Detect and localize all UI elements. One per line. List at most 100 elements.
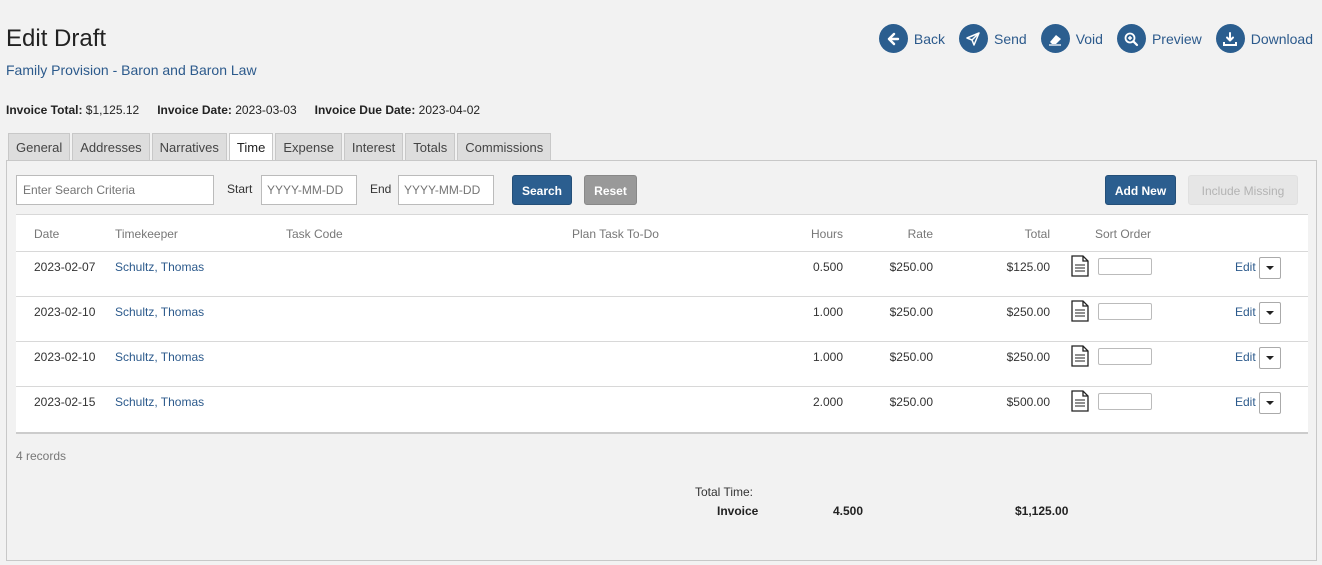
row-rate: $250.00 [889, 260, 933, 274]
invoice-total-amount: $1,125.00 [1015, 504, 1069, 518]
row-date: 2023-02-10 [34, 350, 96, 364]
document-icon[interactable] [1071, 345, 1089, 372]
table-row: 2023-02-07 Schultz, Thomas 0.500 $250.00… [16, 252, 1308, 297]
due-date-value: 2023-04-02 [418, 103, 481, 117]
invoice-total-value: $1,125.12 [85, 103, 140, 117]
search-input[interactable] [16, 175, 214, 205]
row-date: 2023-02-10 [34, 305, 96, 319]
search-button[interactable]: Search [512, 175, 572, 205]
col-rate[interactable]: Rate [908, 227, 933, 241]
send-button[interactable]: Send [958, 24, 1027, 53]
table-row: 2023-02-10 Schultz, Thomas 1.000 $250.00… [16, 342, 1308, 387]
tab-time[interactable]: Time [228, 133, 274, 161]
row-hours: 1.000 [812, 305, 843, 319]
void-button[interactable]: Void [1040, 24, 1103, 53]
send-label: Send [993, 30, 1027, 47]
row-total: $250.00 [1006, 305, 1050, 319]
invoice-date-value: 2023-03-03 [235, 103, 297, 117]
sort-order-input[interactable] [1098, 303, 1152, 320]
edit-link[interactable]: Edit [1235, 395, 1256, 409]
col-total[interactable]: Total [1025, 227, 1050, 241]
tab-interest[interactable]: Interest [343, 133, 404, 160]
row-menu-dropdown[interactable] [1259, 347, 1281, 369]
col-sort-order[interactable]: Sort Order [1095, 227, 1151, 241]
row-rate: $250.00 [889, 350, 933, 364]
col-hours[interactable]: Hours [811, 227, 843, 241]
edit-link[interactable]: Edit [1235, 350, 1256, 364]
col-plan-task[interactable]: Plan Task To-Do [572, 227, 659, 241]
row-hours: 2.000 [812, 395, 843, 409]
document-icon[interactable] [1071, 300, 1089, 327]
tab-expense[interactable]: Expense [275, 133, 342, 160]
caret-down-icon [1266, 311, 1274, 315]
start-date-input[interactable] [261, 175, 357, 205]
preview-button[interactable]: Preview [1116, 24, 1202, 53]
table-header: Date Timekeeper Task Code Plan Task To-D… [16, 215, 1308, 252]
action-bar: Back Send Void Preview Download [865, 24, 1313, 53]
start-label: Start [227, 182, 253, 196]
row-menu-dropdown[interactable] [1259, 392, 1281, 414]
sort-order-input[interactable] [1098, 258, 1152, 275]
row-total: $500.00 [1006, 395, 1050, 409]
reset-button[interactable]: Reset [584, 175, 637, 205]
document-icon[interactable] [1071, 255, 1089, 282]
download-label: Download [1250, 30, 1313, 47]
row-hours: 0.500 [812, 260, 843, 274]
preview-label: Preview [1151, 30, 1202, 47]
row-timekeeper-link[interactable]: Schultz, Thomas [115, 350, 204, 364]
download-button[interactable]: Download [1215, 24, 1313, 53]
table-row: 2023-02-10 Schultz, Thomas 1.000 $250.00… [16, 297, 1308, 342]
col-date[interactable]: Date [34, 227, 59, 241]
zoom-in-icon [1116, 24, 1146, 53]
tab-addresses[interactable]: Addresses [72, 133, 150, 160]
page-title: Edit Draft [6, 25, 107, 52]
back-label: Back [913, 30, 945, 47]
caret-down-icon [1266, 401, 1274, 405]
edit-link[interactable]: Edit [1235, 260, 1256, 274]
row-hours: 1.000 [812, 350, 843, 364]
row-menu-dropdown[interactable] [1259, 302, 1281, 324]
row-timekeeper-link[interactable]: Schultz, Thomas [115, 305, 204, 319]
tab-totals[interactable]: Totals [405, 133, 456, 160]
arrow-left-icon [878, 24, 908, 53]
paper-plane-icon [958, 24, 988, 53]
row-timekeeper-link[interactable]: Schultz, Thomas [115, 395, 204, 409]
document-icon[interactable] [1071, 390, 1089, 417]
invoice-total-label: Invoice Total: [6, 103, 83, 117]
void-label: Void [1075, 30, 1103, 47]
row-total: $125.00 [1006, 260, 1050, 274]
time-entries-table: Date Timekeeper Task Code Plan Task To-D… [16, 214, 1308, 434]
row-total: $250.00 [1006, 350, 1050, 364]
record-count: 4 records [16, 449, 67, 463]
due-date-label: Invoice Due Date: [314, 103, 416, 117]
caret-down-icon [1266, 356, 1274, 360]
add-new-button[interactable]: Add New [1105, 175, 1176, 205]
end-label: End [370, 182, 392, 196]
invoice-total-row-label: Invoice [717, 504, 759, 518]
invoice-total-hours: 4.500 [833, 504, 864, 518]
back-button[interactable]: Back [878, 24, 945, 53]
sort-order-input[interactable] [1098, 393, 1152, 410]
sort-order-input[interactable] [1098, 348, 1152, 365]
row-menu-dropdown[interactable] [1259, 257, 1281, 279]
tab-general[interactable]: General [8, 133, 71, 160]
edit-link[interactable]: Edit [1235, 305, 1256, 319]
tab-narratives[interactable]: Narratives [151, 133, 227, 160]
invoice-date-label: Invoice Date: [157, 103, 232, 117]
invoice-summary: Invoice Total: $1,125.12 Invoice Date: 2… [6, 103, 498, 117]
row-rate: $250.00 [889, 305, 933, 319]
row-date: 2023-02-15 [34, 395, 96, 409]
table-row: 2023-02-15 Schultz, Thomas 2.000 $250.00… [16, 387, 1308, 432]
eraser-icon [1040, 24, 1070, 53]
tab-commissions[interactable]: Commissions [457, 133, 552, 160]
col-task-code[interactable]: Task Code [286, 227, 343, 241]
download-icon [1215, 24, 1245, 53]
row-timekeeper-link[interactable]: Schultz, Thomas [115, 260, 204, 274]
row-date: 2023-02-07 [34, 260, 96, 274]
total-time-label: Total Time: [695, 485, 754, 499]
col-timekeeper[interactable]: Timekeeper [115, 227, 178, 241]
include-missing-button[interactable]: Include Missing [1188, 175, 1298, 205]
end-date-input[interactable] [398, 175, 494, 205]
row-rate: $250.00 [889, 395, 933, 409]
tab-bar: General Addresses Narratives Time Expens… [8, 133, 553, 161]
